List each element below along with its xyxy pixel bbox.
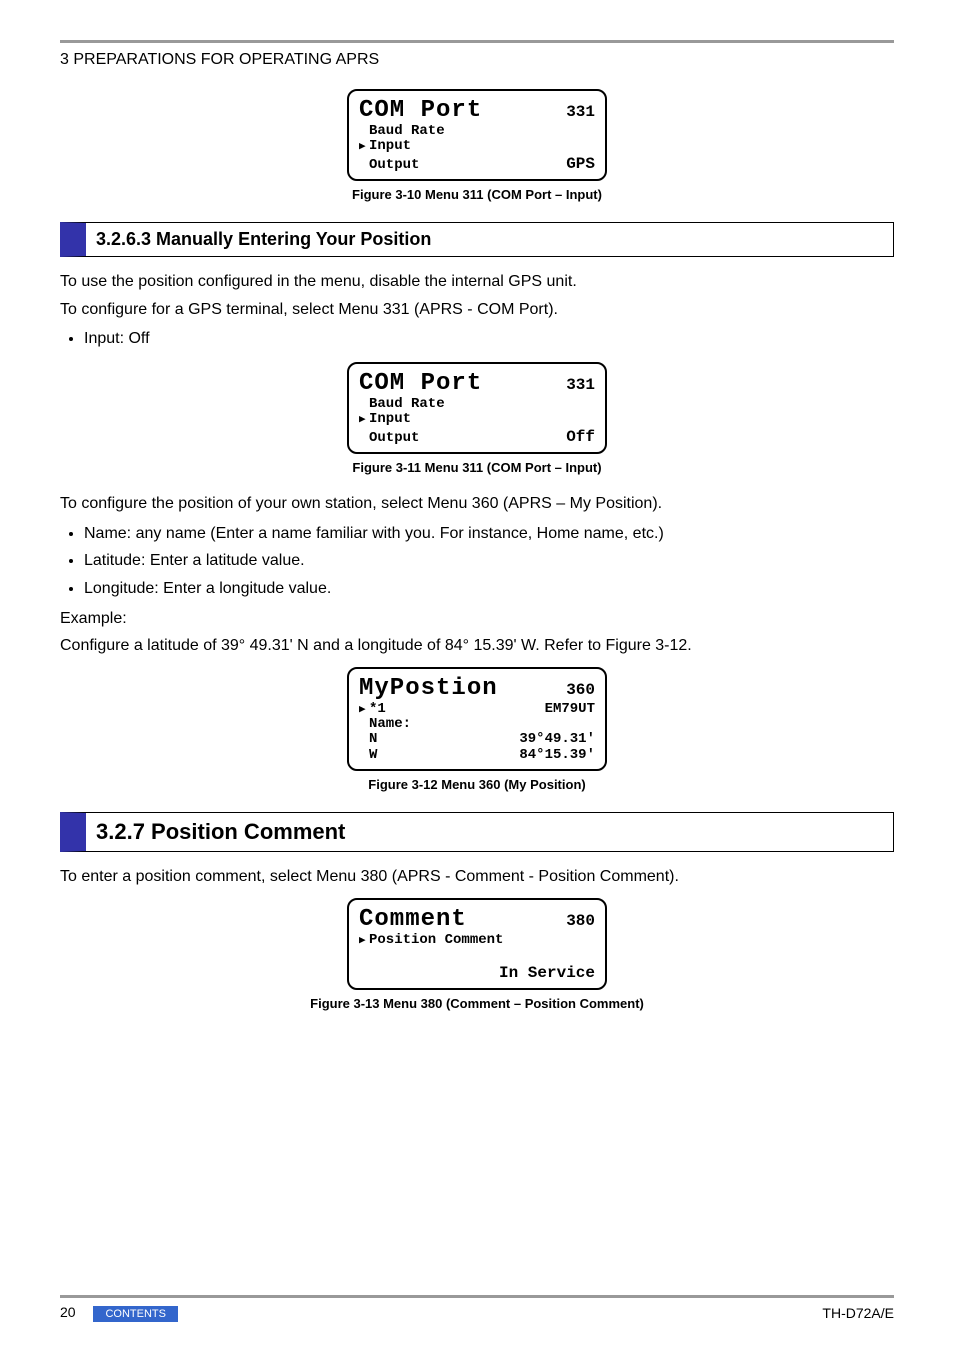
lcd-status: GPS — [566, 155, 595, 173]
heading-3-2-6-3: 3.2.6.3 Manually Entering Your Position — [60, 222, 894, 257]
lcd-line: Baud Rate — [369, 396, 445, 412]
lcd-status: Off — [566, 428, 595, 446]
list-item: Name: any name (Enter a name familiar wi… — [84, 521, 894, 547]
body-text: To configure the position of your own st… — [60, 493, 894, 515]
lcd-menu-num: 360 — [566, 681, 595, 699]
lcd-line: W — [369, 747, 377, 763]
lcd-line: Position Comment — [369, 932, 503, 948]
list-item: Longitude: Enter a longitude value. — [84, 576, 894, 602]
lcd-title: COM Port — [359, 97, 482, 124]
body-text: To use the position configured in the me… — [60, 271, 894, 293]
figure-3-12: MyPostion 360 ▶*1 EM79UT Name: N 39°49.3… — [60, 667, 894, 772]
figure-caption: Figure 3-13 Menu 380 (Comment – Position… — [60, 996, 894, 1011]
breadcrumb: 3 PREPARATIONS FOR OPERATING APRS — [60, 51, 894, 69]
model-label: TH-D72A/E — [822, 1305, 894, 1321]
contents-button[interactable]: CONTENTS — [93, 1306, 178, 1322]
body-text: Configure a latitude of 39° 49.31' N and… — [60, 635, 894, 657]
lcd-line: Output — [369, 157, 419, 173]
lcd-line: 84°15.39' — [519, 748, 595, 763]
list-item: Input: Off — [84, 326, 894, 352]
body-text: To configure for a GPS terminal, select … — [60, 299, 894, 321]
lcd-title: MyPostion — [359, 675, 498, 702]
figure-3-11: COM Port 331 Baud Rate ▶Input Output Off — [60, 362, 894, 454]
heading-3-2-7: 3.2.7 Position Comment — [60, 812, 894, 852]
lcd-line: Output — [369, 430, 419, 446]
lcd-title: COM Port — [359, 370, 482, 397]
lcd-line: Input — [369, 411, 411, 427]
lcd-line: N — [369, 731, 377, 747]
lcd-line: Name: — [369, 716, 411, 732]
lcd-line: Input — [369, 138, 411, 154]
figure-3-13: Comment 380 ▶Position Comment In Service — [60, 898, 894, 990]
lcd-line: 39°49.31' — [519, 732, 595, 747]
figure-3-10: COM Port 331 Baud Rate ▶Input Output GPS — [60, 89, 894, 181]
lcd-menu-num: 331 — [566, 103, 595, 121]
page-footer: 20 CONTENTS TH-D72A/E — [60, 1295, 894, 1322]
figure-caption: Figure 3-12 Menu 360 (My Position) — [60, 777, 894, 792]
lcd-line: Baud Rate — [369, 123, 445, 139]
lcd-menu-num: 331 — [566, 376, 595, 394]
list-item: Latitude: Enter a latitude value. — [84, 548, 894, 574]
page-number: 20 — [60, 1304, 76, 1320]
lcd-menu-num: 380 — [566, 912, 595, 930]
body-text: Example: — [60, 608, 894, 630]
lcd-status: In Service — [359, 964, 595, 982]
figure-caption: Figure 3-11 Menu 311 (COM Port – Input) — [60, 460, 894, 475]
body-text: To enter a position comment, select Menu… — [60, 866, 894, 888]
figure-caption: Figure 3-10 Menu 311 (COM Port – Input) — [60, 187, 894, 202]
lcd-title: Comment — [359, 906, 467, 933]
lcd-line: *1 — [369, 701, 386, 717]
lcd-line: EM79UT — [545, 702, 595, 717]
